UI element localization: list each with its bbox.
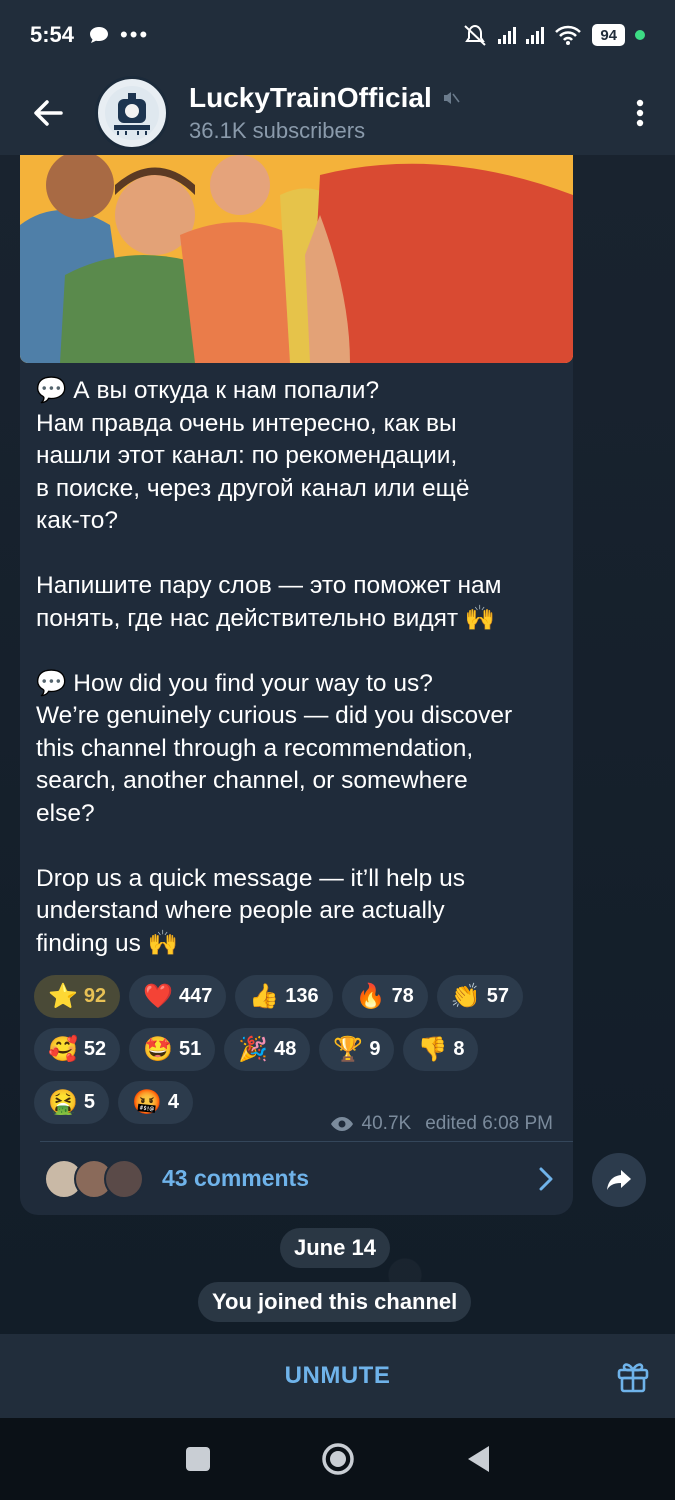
reaction-count: 8	[453, 1038, 465, 1060]
joined-notice: You joined this channel	[198, 1282, 472, 1322]
channel-header: LuckyTrainOfficial 36.1K subscribers	[0, 70, 675, 155]
signal-2-icon	[526, 26, 545, 44]
reactions-row-2: 🥰 52 🤩 51 🎉 48 🏆 9 👎 8	[34, 1028, 564, 1071]
commenter-avatars	[44, 1158, 144, 1199]
signal-icon	[498, 26, 517, 44]
reaction-thumbs-down[interactable]: 👎 8	[403, 1028, 479, 1071]
reaction-clap[interactable]: 👏 57	[436, 975, 523, 1018]
more-notifications-icon: •••	[120, 22, 150, 47]
post-image[interactable]	[20, 155, 573, 363]
chat-bubble-icon	[90, 27, 109, 43]
reaction-fire[interactable]: 🔥 78	[341, 975, 428, 1018]
reaction-count: 5	[83, 1091, 96, 1113]
wifi-icon	[555, 25, 582, 45]
reaction-count: 48	[274, 1038, 297, 1060]
eye-icon	[330, 1117, 353, 1131]
reactions-area: ⭐ 92 ❤️ 447 👍 136 🔥 78 👏 57 🥰 52 🤩 51 🎉 48 🏆 9 👎 8…	[34, 975, 564, 1134]
smiling-hearts-icon: 🥰	[48, 1035, 78, 1063]
reaction-thumbs-up[interactable]: 👍 136	[235, 975, 333, 1018]
edited-time: edited 6:08 PM	[425, 1113, 553, 1134]
reaction-count: 447	[179, 985, 213, 1007]
reaction-count: 136	[285, 985, 319, 1007]
vomiting-face-icon: 🤮	[48, 1088, 78, 1116]
post-meta: 40.7K edited 6:08 PM	[330, 1113, 553, 1135]
reaction-smiling-hearts[interactable]: 🥰 52	[34, 1028, 121, 1071]
post-text: 💬 А вы откуда к нам попали? Нам правда о…	[36, 377, 513, 957]
avatar	[104, 1158, 144, 1199]
kebab-menu-icon	[636, 99, 644, 126]
gift-icon[interactable]	[615, 1358, 651, 1394]
illustration-people	[20, 155, 573, 363]
comments-count: 43 comments	[162, 1165, 310, 1191]
train-logo-icon	[105, 85, 159, 140]
star-struck-icon: 🤩	[143, 1035, 174, 1063]
recents-button-icon[interactable]	[185, 1446, 211, 1472]
cursing-face-icon: 🤬	[132, 1088, 162, 1116]
share-arrow-icon	[607, 1170, 631, 1190]
thumbs-up-icon: 👍	[249, 982, 280, 1010]
reaction-count: 4	[167, 1091, 180, 1113]
view-count: 40.7K	[361, 1113, 412, 1134]
reaction-count: 92	[83, 985, 107, 1007]
more-menu-button[interactable]	[605, 70, 675, 155]
thumbs-down-icon: 👎	[417, 1035, 448, 1063]
back-nav-icon[interactable]	[465, 1444, 491, 1474]
date-separator: June 14	[280, 1228, 390, 1268]
battery-indicator: 94	[592, 24, 625, 46]
home-button-icon[interactable]	[321, 1442, 355, 1476]
trophy-icon: 🏆	[333, 1035, 364, 1063]
reaction-star[interactable]: ⭐ 92	[34, 975, 121, 1018]
privacy-dot	[635, 30, 645, 40]
muted-icon	[443, 91, 460, 104]
reaction-trophy[interactable]: 🏆 9	[319, 1028, 395, 1071]
reaction-count: 52	[83, 1038, 107, 1060]
party-popper-icon: 🎉	[238, 1035, 269, 1063]
reaction-count: 51	[179, 1038, 202, 1060]
arrow-left-icon	[33, 99, 63, 126]
reaction-count: 9	[369, 1038, 381, 1060]
reaction-heart[interactable]: ❤️ 447	[129, 975, 227, 1018]
channel-avatar[interactable]	[95, 75, 169, 150]
status-time: 5:54	[30, 22, 75, 47]
fire-icon: 🔥	[355, 982, 386, 1010]
reactions-row-1: ⭐ 92 ❤️ 447 👍 136 🔥 78 👏 57	[34, 975, 564, 1018]
reaction-star-struck[interactable]: 🤩 51	[129, 1028, 216, 1071]
back-button[interactable]	[0, 70, 95, 155]
system-nav-bar	[0, 1418, 675, 1500]
silent-mode-icon	[464, 24, 487, 46]
status-bar: 5:54 ••• 94	[0, 0, 675, 70]
star-icon: ⭐	[48, 982, 78, 1010]
share-button[interactable]	[592, 1153, 646, 1207]
unmute-button[interactable]: UNMUTE	[285, 1362, 391, 1390]
channel-title-area[interactable]: LuckyTrainOfficial 36.1K subscribers	[189, 82, 605, 144]
clapping-hands-icon: 👏	[450, 982, 481, 1010]
reaction-count: 78	[391, 985, 414, 1007]
bottom-action-bar: UNMUTE	[0, 1334, 675, 1418]
reaction-vomit[interactable]: 🤮 5	[34, 1081, 110, 1124]
subscriber-count: 36.1K subscribers	[189, 117, 366, 143]
reaction-party[interactable]: 🎉 48	[224, 1028, 311, 1071]
comments-button[interactable]: 43 comments	[20, 1142, 573, 1215]
heart-icon: ❤️	[143, 982, 174, 1010]
channel-post: 💬 А вы откуда к нам попали? Нам правда о…	[20, 155, 573, 1215]
chevron-right-icon	[539, 1167, 553, 1190]
reaction-count: 57	[486, 985, 509, 1007]
reaction-cursing[interactable]: 🤬 4	[118, 1081, 194, 1124]
channel-name: LuckyTrainOfficial	[189, 81, 432, 113]
